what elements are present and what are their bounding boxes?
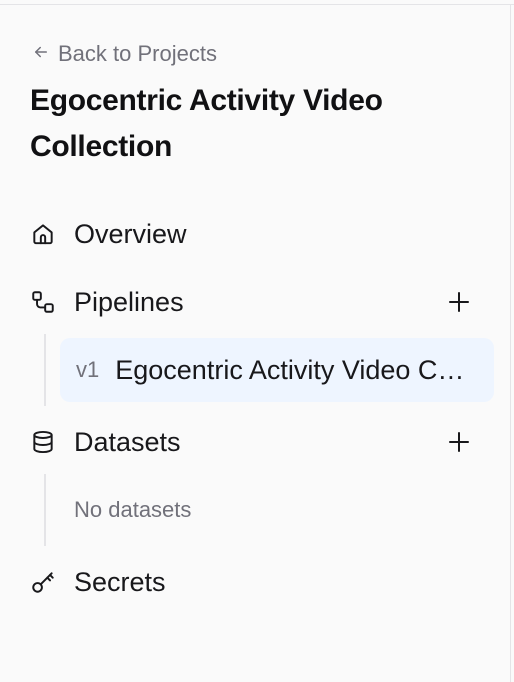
top-divider bbox=[0, 4, 514, 5]
sidebar-right-divider bbox=[510, 4, 511, 682]
back-to-projects-link[interactable]: Back to Projects bbox=[32, 40, 217, 68]
add-pipeline-button[interactable] bbox=[446, 289, 472, 315]
pipeline-icon bbox=[30, 289, 56, 315]
version-badge: v1 bbox=[76, 357, 100, 382]
sidebar-item-secrets[interactable]: Secrets bbox=[30, 560, 482, 604]
sidebar-item-overview[interactable]: Overview bbox=[30, 212, 482, 256]
key-icon bbox=[30, 569, 56, 595]
datasets-tree-line bbox=[44, 474, 46, 546]
sidebar-item-label: Pipelines bbox=[74, 286, 184, 317]
arrow-left-icon bbox=[32, 41, 50, 67]
sidebar-item-datasets[interactable]: Datasets bbox=[30, 420, 482, 464]
back-link-label: Back to Projects bbox=[58, 41, 217, 66]
sidebar-item-label: Datasets bbox=[74, 426, 181, 457]
sidebar-item-pipelines[interactable]: Pipelines bbox=[30, 280, 482, 324]
sidebar-item-label: Overview bbox=[74, 218, 187, 249]
sidebar-item-label: Secrets bbox=[74, 566, 166, 597]
pipelines-tree-line bbox=[44, 334, 46, 406]
project-title: Egocentric Activity Video Collection bbox=[30, 84, 383, 163]
home-icon bbox=[30, 221, 56, 247]
add-dataset-button[interactable] bbox=[446, 429, 472, 455]
database-icon bbox=[30, 429, 56, 455]
pipeline-name: Egocentric Activity Video Collection bbox=[115, 354, 476, 385]
no-datasets-message: No datasets bbox=[74, 497, 192, 522]
pipeline-list-item[interactable]: v1 Egocentric Activity Video Collection bbox=[60, 338, 494, 402]
